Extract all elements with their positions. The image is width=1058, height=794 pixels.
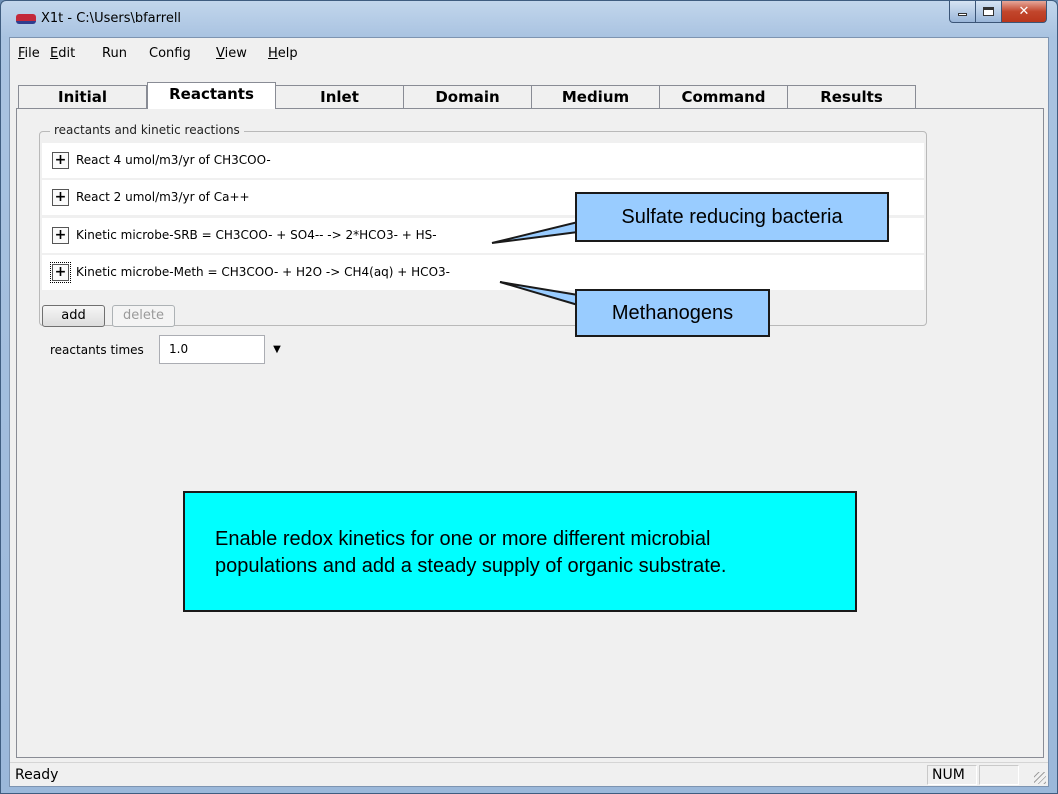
info-callout: Enable redox kinetics for one or more di… xyxy=(183,491,857,612)
tab-initial[interactable]: Initial xyxy=(18,85,147,109)
menu-run[interactable]: Run xyxy=(102,46,127,61)
expand-icon[interactable]: + xyxy=(52,189,69,206)
maximize-icon xyxy=(983,7,994,16)
resize-grip-icon[interactable] xyxy=(1034,772,1046,784)
tab-medium[interactable]: Medium xyxy=(531,85,660,109)
minimize-button[interactable] xyxy=(949,1,976,23)
reactant-row[interactable]: + React 4 umol/m3/yr of CH3COO- xyxy=(42,143,924,179)
reactants-times-input[interactable]: 1.0 xyxy=(159,335,265,364)
tab-reactants[interactable]: Reactants xyxy=(147,82,276,109)
maximize-button[interactable] xyxy=(976,1,1002,23)
app-window: X1t - C:\Users\bfarrell ✕ File Edit Run … xyxy=(0,0,1058,794)
close-button[interactable]: ✕ xyxy=(1002,1,1047,23)
minimize-icon xyxy=(958,13,967,16)
info-callout-line1: Enable redox kinetics for one or more di… xyxy=(215,528,711,550)
window-controls: ✕ xyxy=(949,1,1047,23)
status-pane-empty xyxy=(979,765,1019,785)
expand-icon[interactable]: + xyxy=(50,262,71,283)
menu-edit[interactable]: Edit xyxy=(50,46,75,61)
group-label: reactants and kinetic reactions xyxy=(50,123,244,137)
tab-inlet[interactable]: Inlet xyxy=(275,85,404,109)
tab-domain[interactable]: Domain xyxy=(403,85,532,109)
tab-strip: Initial Reactants Inlet Domain Medium Co… xyxy=(10,82,1048,109)
title-bar[interactable]: X1t - C:\Users\bfarrell ✕ xyxy=(1,1,1057,37)
status-text: Ready xyxy=(15,767,59,783)
menu-help[interactable]: Help xyxy=(268,46,298,61)
reactants-panel: reactants and kinetic reactions + React … xyxy=(16,108,1044,758)
add-button[interactable]: add xyxy=(42,305,105,327)
app-icon[interactable] xyxy=(16,14,36,24)
reactant-row[interactable]: + Kinetic microbe-Meth = CH3COO- + H2O -… xyxy=(42,255,924,291)
reactant-label: Kinetic microbe-SRB = CH3COO- + SO4-- ->… xyxy=(76,228,437,242)
dropdown-arrow-icon[interactable]: ▼ xyxy=(268,335,286,364)
tab-command[interactable]: Command xyxy=(659,85,788,109)
srb-callout: Sulfate reducing bacteria xyxy=(575,192,889,242)
info-callout-line2: populations and add a steady supply of o… xyxy=(215,555,727,577)
close-icon: ✕ xyxy=(1018,4,1030,19)
tab-results[interactable]: Results xyxy=(787,85,916,109)
menu-view[interactable]: View xyxy=(216,46,247,61)
client-area: File Edit Run Config View Help Initial R… xyxy=(9,37,1049,787)
expand-icon[interactable]: + xyxy=(52,227,69,244)
delete-button[interactable]: delete xyxy=(112,305,175,327)
menu-file[interactable]: File xyxy=(18,46,40,61)
status-bar: Ready NUM xyxy=(10,762,1048,786)
window-title: X1t - C:\Users\bfarrell xyxy=(41,11,182,26)
reactant-label: Kinetic microbe-Meth = CH3COO- + H2O -> … xyxy=(76,265,450,279)
menu-bar: File Edit Run Config View Help xyxy=(10,38,1048,70)
reactant-label: React 2 umol/m3/yr of Ca++ xyxy=(76,190,250,204)
expand-icon[interactable]: + xyxy=(52,152,69,169)
menu-config[interactable]: Config xyxy=(149,46,191,61)
status-num: NUM xyxy=(927,765,977,785)
reactant-label: React 4 umol/m3/yr of CH3COO- xyxy=(76,153,271,167)
methanogens-callout: Methanogens xyxy=(575,289,770,337)
reactants-times-label: reactants times xyxy=(50,343,144,357)
